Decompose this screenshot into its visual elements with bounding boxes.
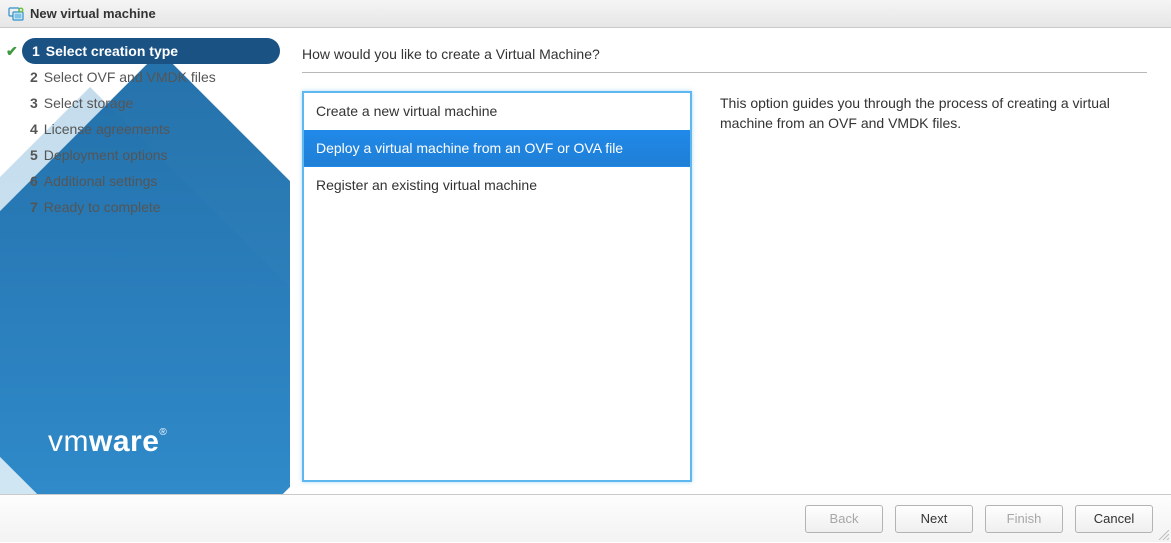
wizard-step-number: 7 xyxy=(30,199,38,215)
page-subtitle: How would you like to create a Virtual M… xyxy=(302,46,1147,62)
wizard-step-label: Additional settings xyxy=(44,173,158,189)
option-label: Register an existing virtual machine xyxy=(316,177,537,193)
registered-icon: ® xyxy=(159,427,167,438)
vm-icon xyxy=(8,6,24,22)
wizard-step-label: Ready to complete xyxy=(44,199,161,215)
next-button[interactable]: Next xyxy=(895,505,973,533)
listbox-spacer xyxy=(304,204,690,480)
wizard-main: Select creation type How would you like … xyxy=(290,28,1171,494)
page-title-cropped: Select creation type xyxy=(302,28,1147,38)
option-label: Create a new virtual machine xyxy=(316,103,497,119)
resize-grip-icon[interactable] xyxy=(1157,528,1169,540)
wizard-step-label: Select storage xyxy=(44,95,134,111)
option-deploy-ovf-ova[interactable]: Deploy a virtual machine from an OVF or … xyxy=(304,130,690,167)
wizard-step-deployment-options[interactable]: ✔ 5 Deployment options xyxy=(0,142,290,168)
brand-bold: ware xyxy=(89,425,159,458)
wizard-footer: Back Next Finish Cancel xyxy=(0,494,1171,542)
wizard-step-number: 3 xyxy=(30,95,38,111)
creation-type-listbox[interactable]: Create a new virtual machine Deploy a vi… xyxy=(302,91,692,482)
finish-button[interactable]: Finish xyxy=(985,505,1063,533)
wizard-step-number: 4 xyxy=(30,121,38,137)
content-columns: Create a new virtual machine Deploy a vi… xyxy=(302,91,1147,482)
wizard-step-number: 6 xyxy=(30,173,38,189)
checkmark-icon: ✔ xyxy=(6,43,18,60)
option-label: Deploy a virtual machine from an OVF or … xyxy=(316,140,623,156)
option-register-existing-vm[interactable]: Register an existing virtual machine xyxy=(304,167,690,204)
wizard-step-number: 5 xyxy=(30,147,38,163)
back-button[interactable]: Back xyxy=(805,505,883,533)
wizard-step-select-creation-type[interactable]: ✔ 1 Select creation type xyxy=(22,38,280,64)
wizard-step-label: License agreements xyxy=(44,121,170,137)
window-title: New virtual machine xyxy=(30,6,156,21)
wizard-step-ready-to-complete[interactable]: ✔ 7 Ready to complete xyxy=(0,194,290,220)
wizard-step-license-agreements[interactable]: ✔ 4 License agreements xyxy=(0,116,290,142)
wizard-step-number: 2 xyxy=(30,69,38,85)
wizard-step-select-ovf-vmdk[interactable]: ✔ 2 Select OVF and VMDK files xyxy=(0,64,290,90)
option-description: This option guides you through the proce… xyxy=(720,91,1147,482)
wizard-body: ✔ 1 Select creation type ✔ 2 Select OVF … xyxy=(0,28,1171,494)
brand-pre: vm xyxy=(48,425,89,458)
wizard-step-label: Deployment options xyxy=(44,147,168,163)
wizard-step-label: Select creation type xyxy=(46,43,178,59)
wizard-step-number: 1 xyxy=(32,43,40,59)
wizard-step-select-storage[interactable]: ✔ 3 Select storage xyxy=(0,90,290,116)
vmware-logo: vmware® xyxy=(48,425,167,459)
wizard-step-additional-settings[interactable]: ✔ 6 Additional settings xyxy=(0,168,290,194)
window-titlebar: New virtual machine xyxy=(0,0,1171,28)
cancel-button[interactable]: Cancel xyxy=(1075,505,1153,533)
wizard-step-label: Select OVF and VMDK files xyxy=(44,69,216,85)
wizard-steps-list: ✔ 1 Select creation type ✔ 2 Select OVF … xyxy=(0,28,290,230)
option-create-new-vm[interactable]: Create a new virtual machine xyxy=(304,93,690,130)
wizard-sidebar: ✔ 1 Select creation type ✔ 2 Select OVF … xyxy=(0,28,290,494)
divider xyxy=(302,72,1147,73)
